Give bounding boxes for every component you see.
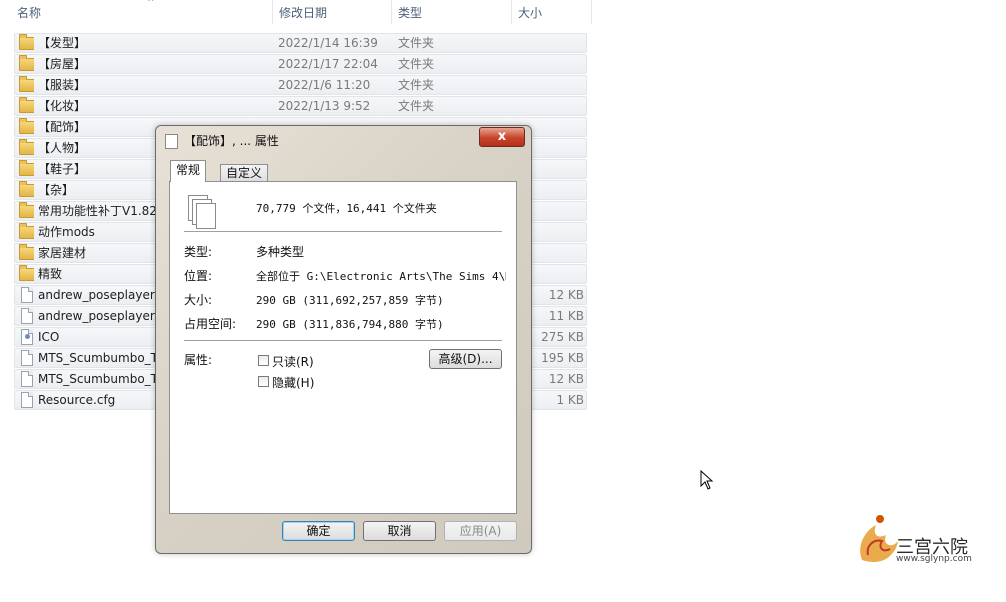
folder-icon: [18, 223, 34, 241]
modified-date: 2022/1/14 16:39: [278, 36, 378, 50]
file-size: [518, 55, 584, 73]
advanced-button[interactable]: 高级(D)...: [429, 349, 502, 369]
readonly-checkbox[interactable]: [258, 355, 269, 366]
type-value: 多种类型: [256, 245, 305, 259]
tab-custom[interactable]: 自定义: [220, 164, 269, 182]
folder-icon: [18, 76, 34, 94]
mouse-cursor-icon: [700, 470, 714, 490]
hidden-checkbox[interactable]: [258, 376, 269, 387]
general-panel: 70,779 个文件，16,441 个文件夹 类型: 多种类型 位置: 全部位于…: [169, 181, 517, 514]
file-type: 文件夹: [398, 78, 435, 92]
file-icon: [18, 349, 34, 367]
file-size: [518, 34, 584, 52]
file-icon: [18, 370, 34, 388]
folder-icon: [18, 97, 34, 115]
column-header-date-label: 修改日期: [279, 5, 328, 20]
column-header-date[interactable]: 修改日期: [273, 0, 392, 24]
watermark-logo: 三宫六院 www.sglynp.com: [852, 505, 982, 575]
file-type: 文件夹: [398, 99, 435, 113]
file-name: 【化妆】: [38, 99, 87, 113]
disk-size-value: 290 GB (311,836,794,880 字节): [256, 318, 444, 331]
folder-icon: [18, 181, 34, 199]
file-size: [518, 76, 584, 94]
dialog-titlebar[interactable]: 【配饰】, ... 属性 x: [156, 126, 531, 154]
location-value: 全部位于 G:\Electronic Arts\The Sims 4\Mo: [256, 270, 506, 283]
folder-row[interactable]: 【房屋】 2022/1/17 22:04 文件夹: [14, 54, 587, 74]
file-type: 文件夹: [398, 36, 435, 50]
modified-date: 2022/1/17 22:04: [278, 57, 378, 71]
column-header-name[interactable]: 名称 ^: [11, 0, 273, 24]
modified-date: 2022/1/13 9:52: [278, 99, 371, 113]
file-type: 文件夹: [398, 57, 435, 71]
documents-icon: [162, 132, 178, 149]
ok-button[interactable]: 确定: [282, 521, 355, 541]
file-icon: [18, 307, 34, 325]
folder-icon: [18, 34, 34, 52]
attributes-label: 属性:: [184, 353, 213, 367]
close-button[interactable]: x: [479, 127, 525, 147]
size-label: 大小:: [184, 293, 213, 307]
folder-icon: [18, 265, 34, 283]
tab-general[interactable]: 常规: [170, 160, 207, 182]
column-header-name-label: 名称: [17, 5, 42, 20]
folder-row[interactable]: 【化妆】 2022/1/13 9:52 文件夹: [14, 96, 587, 116]
modified-date: 2022/1/6 11:20: [278, 78, 371, 92]
file-size: [518, 97, 584, 115]
ico-file-icon: [18, 328, 34, 346]
file-name: 【房屋】: [38, 57, 87, 71]
watermark-url: www.sglynp.com: [896, 554, 972, 564]
folder-icon: [18, 139, 34, 157]
folder-icon: [18, 244, 34, 262]
dialog-title: 【配饰】, ... 属性: [184, 134, 279, 148]
file-icon: [18, 286, 34, 304]
type-label: 类型:: [184, 245, 213, 259]
size-value: 290 GB (311,692,257,859 字节): [256, 294, 444, 307]
folder-icon: [18, 160, 34, 178]
separator: [184, 231, 502, 232]
readonly-label[interactable]: 只读(R): [272, 353, 314, 370]
file-icon: [18, 391, 34, 409]
folder-icon: [18, 118, 34, 136]
folder-row[interactable]: 【发型】 2022/1/14 16:39 文件夹: [14, 33, 587, 53]
folder-icon: [18, 55, 34, 73]
properties-dialog: 【配饰】, ... 属性 x 常规 自定义 70,779 个文件，16,441 …: [155, 125, 532, 554]
apply-button[interactable]: 应用(A): [444, 521, 517, 541]
folder-row[interactable]: 【服装】 2022/1/6 11:20 文件夹: [14, 75, 587, 95]
file-count-summary: 70,779 个文件，16,441 个文件夹: [256, 202, 437, 215]
column-header-type-label: 类型: [398, 5, 423, 20]
close-icon: x: [497, 129, 507, 144]
file-name: 【发型】: [38, 36, 87, 50]
column-header-size[interactable]: 大小: [512, 0, 592, 24]
disk-size-label: 占用空间:: [184, 317, 237, 331]
column-header-type[interactable]: 类型: [392, 0, 512, 24]
file-name: 【服装】: [38, 78, 87, 92]
multiple-files-icon: [188, 195, 216, 229]
column-header-size-label: 大小: [518, 5, 543, 20]
folder-icon: [18, 202, 34, 220]
cancel-button[interactable]: 取消: [363, 521, 436, 541]
hidden-label[interactable]: 隐藏(H): [272, 374, 314, 391]
location-label: 位置:: [184, 269, 213, 283]
sort-up-icon: ^: [147, 0, 155, 8]
separator: [184, 340, 502, 341]
